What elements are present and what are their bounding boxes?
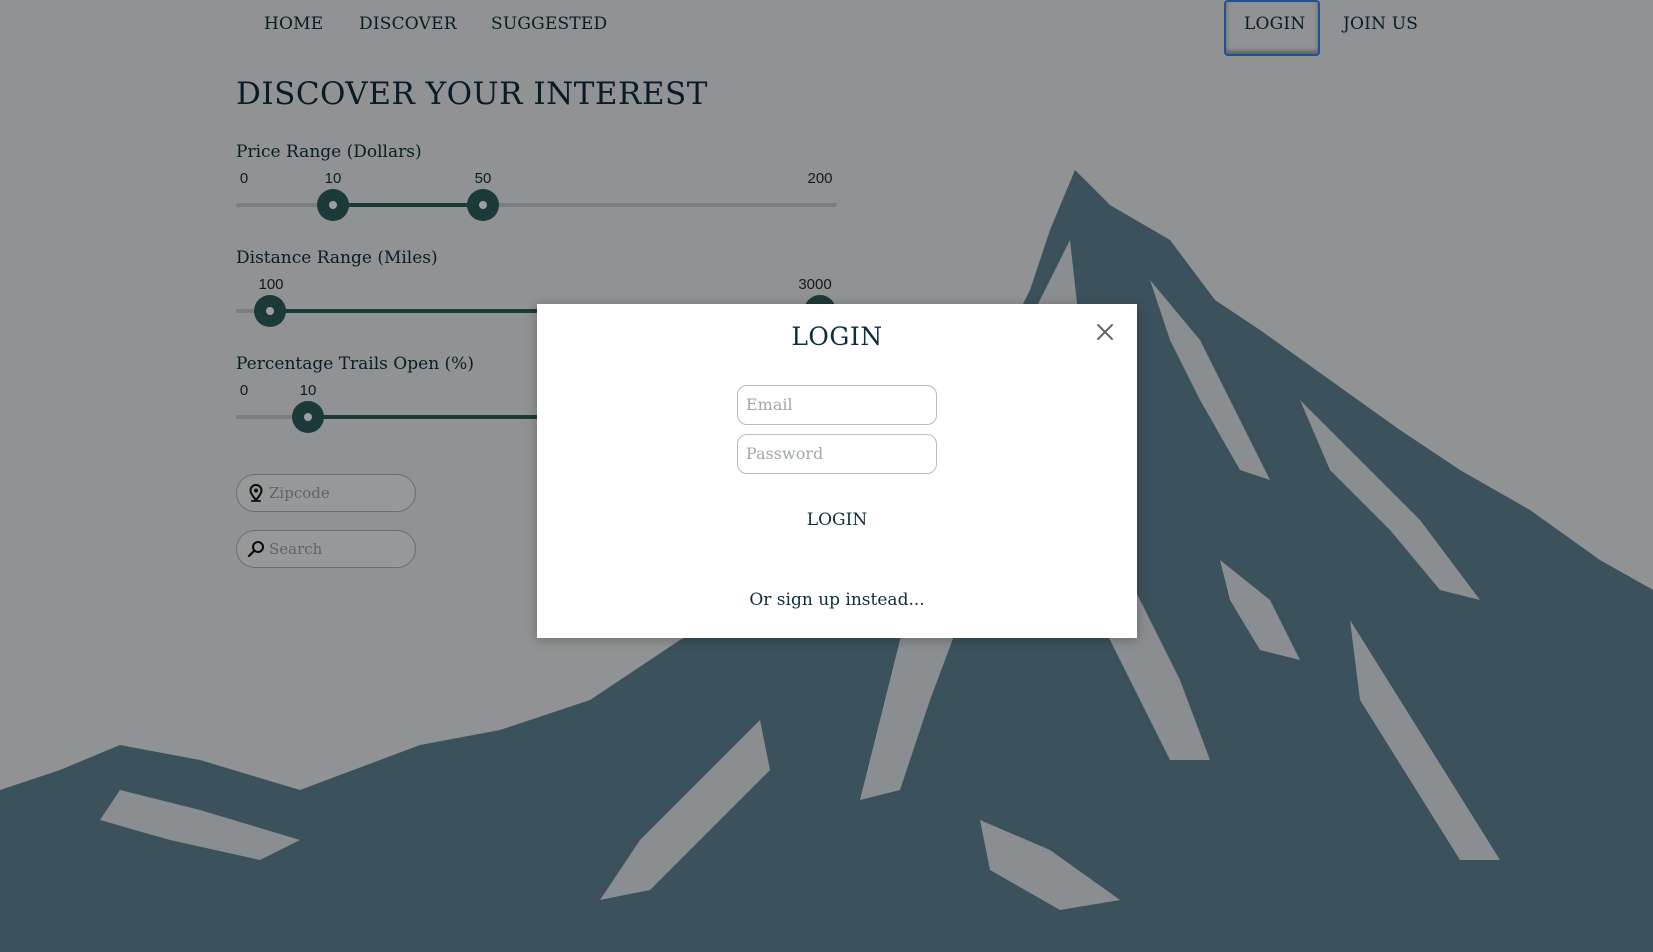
login-submit-button[interactable]: LOGIN bbox=[777, 510, 897, 538]
password-field[interactable]: Password bbox=[737, 434, 937, 474]
modal-title: LOGIN bbox=[791, 322, 883, 351]
discover-page: HOME DISCOVER SUGGESTED LOGIN JOIN US DI… bbox=[0, 0, 1653, 952]
close-icon[interactable] bbox=[1093, 320, 1117, 344]
email-placeholder: Email bbox=[746, 395, 793, 414]
login-modal: LOGIN Email Password LOGIN Or sign up in… bbox=[537, 304, 1137, 638]
signup-link[interactable]: Or sign up instead... bbox=[537, 590, 1137, 610]
email-field[interactable]: Email bbox=[737, 385, 937, 425]
password-placeholder: Password bbox=[746, 444, 824, 463]
